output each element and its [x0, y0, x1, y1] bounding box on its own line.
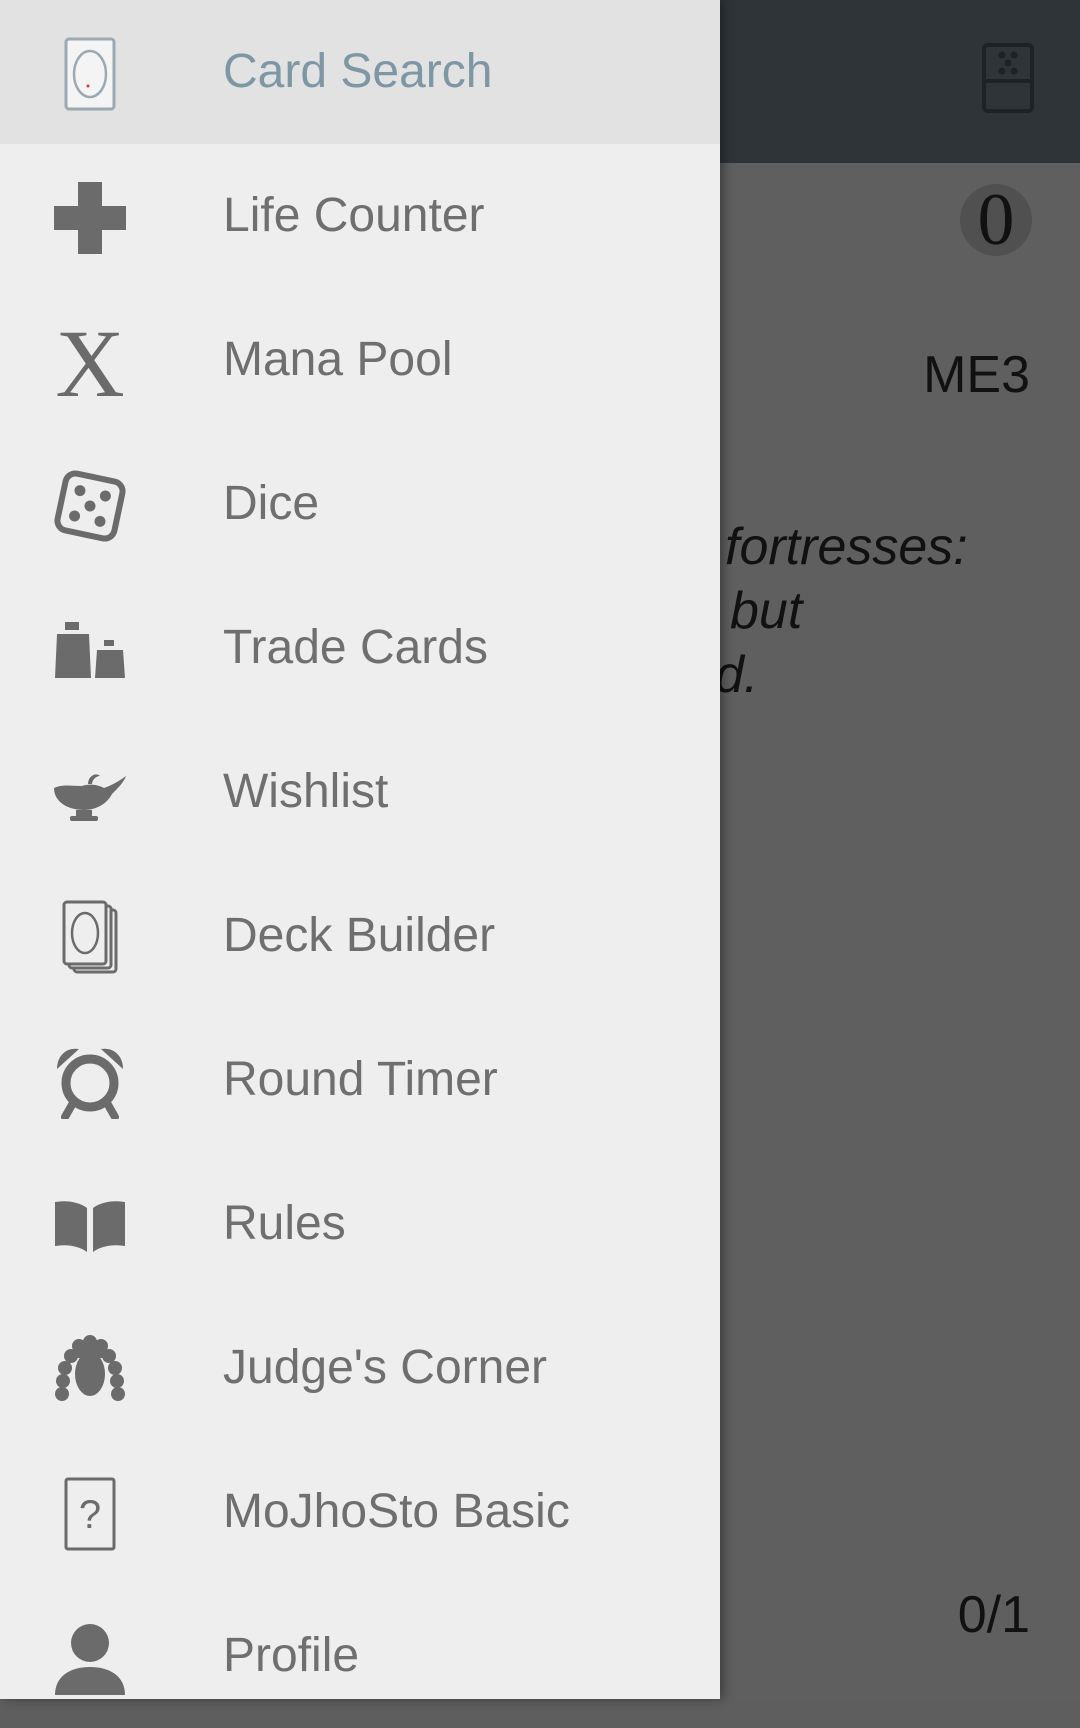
- nav-item-rules[interactable]: Rules: [0, 1152, 720, 1296]
- nav-label: Dice: [223, 477, 320, 530]
- nav-item-round-timer[interactable]: Round Timer: [0, 1008, 720, 1152]
- nav-label: MoJhoSto Basic: [223, 1485, 570, 1538]
- power-toughness: 0/1: [957, 1586, 1030, 1644]
- nav-label: Card Search: [223, 45, 493, 98]
- set-code: ME3: [923, 346, 1030, 404]
- nav-label: Wishlist: [223, 765, 389, 818]
- nav-label: Rules: [223, 1197, 346, 1250]
- nav-label: Judge's Corner: [223, 1341, 547, 1394]
- card-icon: [52, 36, 128, 112]
- svg-text:X: X: [55, 324, 124, 400]
- weights-icon: [52, 612, 128, 688]
- genie-lamp-icon: [52, 756, 128, 832]
- question-card-icon: ?: [52, 1476, 128, 1552]
- nav-item-mana-pool[interactable]: X Mana Pool: [0, 288, 720, 432]
- person-icon: [52, 1620, 128, 1696]
- nav-item-wishlist[interactable]: Wishlist: [0, 720, 720, 864]
- alarm-clock-icon: [52, 1044, 128, 1120]
- nav-label: Profile: [223, 1629, 360, 1682]
- mana-cost: 0: [960, 183, 1032, 257]
- nav-item-deck-builder[interactable]: Deck Builder: [0, 864, 720, 1008]
- dice-toolbar-icon[interactable]: [982, 43, 1034, 113]
- navigation-drawer: Card Search Life Counter X Mana Pool Dic…: [0, 0, 720, 1699]
- nav-label: Round Timer: [223, 1053, 498, 1106]
- judge-wig-icon: [52, 1332, 128, 1408]
- nav-item-profile[interactable]: Profile: [0, 1584, 720, 1728]
- nav-item-dice[interactable]: Dice: [0, 432, 720, 576]
- dice-icon: [52, 468, 128, 544]
- card-stack-icon: [52, 900, 128, 976]
- mana-x-icon: X: [52, 324, 128, 400]
- nav-item-trade-cards[interactable]: Trade Cards: [0, 576, 720, 720]
- plus-icon: [52, 180, 128, 256]
- nav-label: Deck Builder: [223, 909, 496, 962]
- nav-item-life-counter[interactable]: Life Counter: [0, 144, 720, 288]
- nav-label: Mana Pool: [223, 333, 453, 386]
- nav-label: Trade Cards: [223, 621, 488, 674]
- nav-item-mojhosto-basic[interactable]: ? MoJhoSto Basic: [0, 1440, 720, 1584]
- svg-text:?: ?: [79, 1493, 101, 1537]
- nav-label: Life Counter: [223, 189, 485, 242]
- nav-item-judges-corner[interactable]: Judge's Corner: [0, 1296, 720, 1440]
- nav-item-card-search[interactable]: Card Search: [0, 0, 720, 144]
- open-book-icon: [52, 1188, 128, 1264]
